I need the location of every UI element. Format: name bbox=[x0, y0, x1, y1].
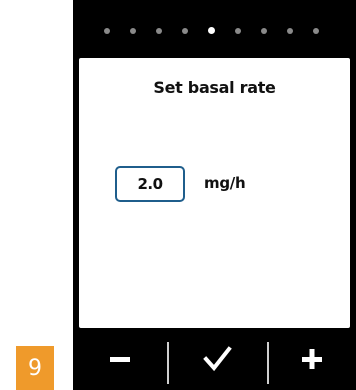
pump-device: Set basal rate 2.0 mg/h bbox=[73, 0, 356, 390]
increase-button[interactable] bbox=[267, 328, 356, 390]
page-dot-active bbox=[208, 27, 215, 34]
basal-rate-value: 2.0 bbox=[137, 175, 163, 193]
checkmark-icon bbox=[203, 346, 232, 372]
page-dot bbox=[104, 28, 110, 34]
page-dot bbox=[130, 28, 136, 34]
minus-icon bbox=[110, 357, 130, 362]
page-indicator bbox=[73, 0, 356, 58]
step-number-badge: 9 bbox=[16, 346, 54, 390]
basal-rate-value-field[interactable]: 2.0 bbox=[115, 166, 185, 202]
rate-unit-label: mg/h bbox=[204, 174, 246, 192]
display-screen: Set basal rate 2.0 mg/h bbox=[79, 58, 350, 328]
control-bar bbox=[73, 328, 356, 390]
confirm-button[interactable] bbox=[167, 328, 267, 390]
page-dot bbox=[235, 28, 241, 34]
page-dot bbox=[287, 28, 293, 34]
plus-icon bbox=[301, 349, 322, 369]
page-dot bbox=[313, 28, 319, 34]
decrease-button[interactable] bbox=[73, 328, 167, 390]
page-dot bbox=[156, 28, 162, 34]
screen-title: Set basal rate bbox=[153, 78, 276, 97]
page-dot bbox=[182, 28, 188, 34]
page-dot bbox=[261, 28, 267, 34]
